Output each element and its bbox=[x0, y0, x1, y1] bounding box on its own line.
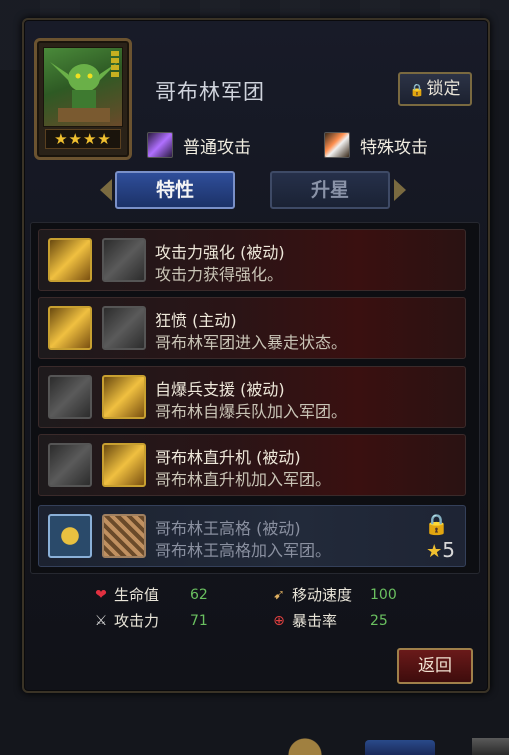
tab-left-arrow-icon bbox=[100, 179, 112, 201]
tab-traits[interactable]: 特性 bbox=[115, 171, 235, 209]
skill-description: 哥布林自爆兵队加入军团。 bbox=[155, 402, 348, 421]
tab-right-arrow-icon bbox=[394, 179, 406, 201]
sword-icon: ⚔ bbox=[94, 612, 108, 629]
heart-icon: ❤ bbox=[95, 586, 107, 603]
skill-name: 狂愤 (主动) bbox=[155, 311, 237, 330]
star-requirement: ★5 bbox=[426, 538, 455, 562]
lightning-icon bbox=[48, 443, 92, 487]
skill-name: 哥布林王高格 (被动) bbox=[155, 519, 301, 538]
goblin-unit-icon bbox=[48, 375, 92, 419]
skill-name: 攻击力强化 (被动) bbox=[155, 243, 285, 262]
skill-item[interactable]: 哥布林直升机 (被动) 哥布林直升机加入军团。 bbox=[38, 434, 466, 496]
sword-power-icon bbox=[48, 238, 92, 282]
stat-move-speed: ➹ 移动速度 100 bbox=[270, 584, 397, 605]
skill-description: 哥布林军团进入暴走状态。 bbox=[155, 333, 348, 352]
scroll-ornament-icon bbox=[365, 740, 435, 755]
normal-attack: 普通攻击 bbox=[147, 132, 251, 158]
stat-attack: ⚔ 攻击力 71 bbox=[92, 610, 208, 631]
fire-slash-icon bbox=[324, 132, 350, 158]
bomb-icon bbox=[102, 375, 146, 419]
boot-icon: ➹ bbox=[273, 586, 285, 603]
stat-value: 100 bbox=[370, 586, 397, 603]
normal-attack-label: 普通攻击 bbox=[183, 137, 251, 158]
level-indicator bbox=[111, 51, 119, 79]
skill-description: 哥布林直升机加入军团。 bbox=[155, 470, 332, 489]
stat-label: 攻击力 bbox=[114, 612, 160, 630]
stat-value: 71 bbox=[190, 612, 208, 629]
stat-value: 62 bbox=[190, 586, 208, 603]
stat-hp: ❤ 生命值 62 bbox=[92, 584, 208, 605]
skill-name: 自爆兵支援 (被动) bbox=[155, 380, 285, 399]
stat-label: 暴击率 bbox=[292, 612, 338, 630]
star-requirement-value: 5 bbox=[442, 538, 455, 562]
swirl-emblem-icon bbox=[102, 514, 146, 558]
stat-label: 生命值 bbox=[114, 586, 160, 604]
hero-name: 哥布林军团 bbox=[155, 80, 265, 104]
cross-icon bbox=[102, 306, 146, 350]
lock-button[interactable]: 🔒 锁定 bbox=[398, 72, 472, 106]
dagger-icon bbox=[102, 238, 146, 282]
star-icon: ★ bbox=[426, 541, 443, 562]
stat-crit-rate: ⊕ 暴击率 25 bbox=[270, 610, 388, 631]
special-attack-label: 特殊攻击 bbox=[360, 137, 428, 158]
star-rating: ★★★★ bbox=[45, 129, 121, 149]
bottom-corner-ornament bbox=[472, 738, 509, 755]
padlock-icon: 🔒 bbox=[424, 512, 449, 536]
crown-icon bbox=[48, 514, 92, 558]
gear-ornament-icon bbox=[270, 735, 340, 755]
lock-icon: 🔒 bbox=[409, 83, 425, 97]
crosshair-icon: ⊕ bbox=[273, 612, 285, 629]
skill-description: 攻击力获得强化。 bbox=[155, 265, 284, 284]
tab-star-upgrade[interactable]: 升星 bbox=[270, 171, 390, 209]
skill-name: 哥布林直升机 (被动) bbox=[155, 448, 301, 467]
claw-slash-icon bbox=[147, 132, 173, 158]
helicopter-blade-icon bbox=[102, 443, 146, 487]
hero-portrait[interactable]: ★★★★ bbox=[34, 38, 132, 160]
lock-button-label: 锁定 bbox=[426, 79, 461, 99]
skill-item[interactable]: 自爆兵支援 (被动) 哥布林自爆兵队加入军团。 bbox=[38, 366, 466, 428]
return-button[interactable]: 返回 bbox=[397, 648, 473, 684]
special-attack: 特殊攻击 bbox=[324, 132, 428, 158]
skill-item[interactable]: 狂愤 (主动) 哥布林军团进入暴走状态。 bbox=[38, 297, 466, 359]
rage-icon bbox=[48, 306, 92, 350]
skill-item-locked[interactable]: 哥布林王高格 (被动) 哥布林王高格加入军团。 🔒 ★5 bbox=[38, 505, 466, 567]
stat-value: 25 bbox=[370, 612, 388, 629]
stat-label: 移动速度 bbox=[292, 586, 353, 604]
skill-item[interactable]: 攻击力强化 (被动) 攻击力获得强化。 bbox=[38, 229, 466, 291]
skill-description: 哥布林王高格加入军团。 bbox=[155, 541, 332, 560]
